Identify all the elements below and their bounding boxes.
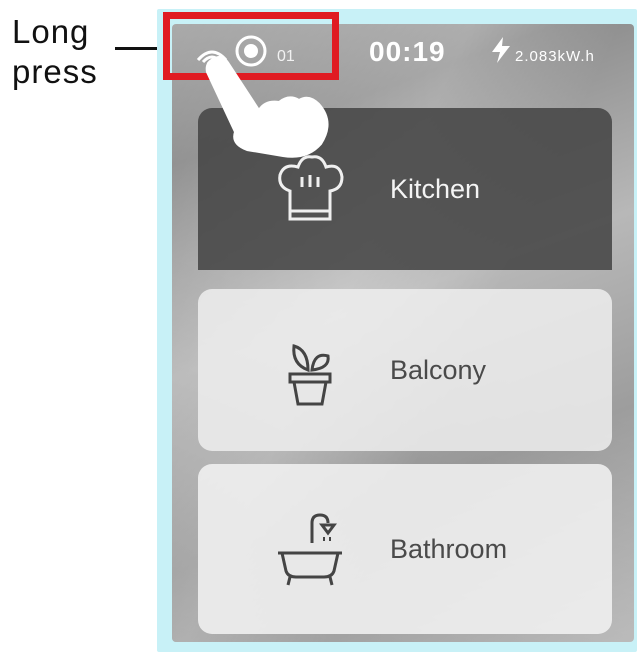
long-press-annotation: Long press: [12, 12, 122, 92]
pointing-hand-icon: [205, 55, 329, 158]
bathtub-icon: [278, 513, 342, 586]
lightning-icon: [492, 37, 510, 63]
room-tile-balcony[interactable]: Balcony: [198, 289, 612, 451]
room-tile-bathroom[interactable]: Bathroom: [198, 464, 612, 634]
annotation-line-1: Long: [12, 13, 90, 50]
potted-plant-icon: [288, 344, 332, 406]
room-label-kitchen: Kitchen: [390, 173, 481, 204]
annotation-line-2: press: [12, 53, 98, 90]
room-label-bathroom: Bathroom: [390, 533, 508, 564]
clock-time: 00:19: [369, 36, 446, 67]
room-label-balcony: Balcony: [390, 354, 487, 385]
energy-reading: 2.083kW.h: [515, 48, 595, 65]
